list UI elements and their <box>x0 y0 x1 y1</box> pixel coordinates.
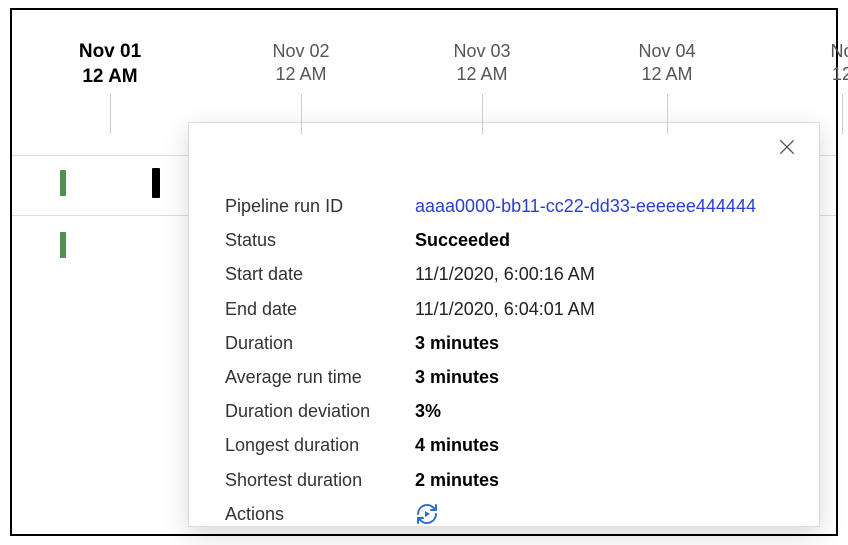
tick-line <box>301 94 302 134</box>
timeline-tick: Nov 0212 AM <box>272 40 329 87</box>
detail-actions: Actions <box>225 497 783 531</box>
detail-value: 3 minutes <box>415 360 499 394</box>
detail-label: Status <box>225 223 415 257</box>
run-details-popup: Pipeline run ID aaaa0000-bb11-cc22-dd33-… <box>188 122 820 527</box>
detail-pipeline-run-id: Pipeline run ID aaaa0000-bb11-cc22-dd33-… <box>225 189 783 223</box>
pipeline-run-marker[interactable] <box>60 170 66 196</box>
tick-line <box>667 94 668 134</box>
pipeline-run-marker-selected[interactable] <box>152 168 160 198</box>
tick-line <box>482 94 483 134</box>
tick-line <box>110 94 111 134</box>
detail-label: Shortest duration <box>225 463 415 497</box>
detail-value: 4 minutes <box>415 428 499 462</box>
tick-date: No <box>830 40 848 63</box>
detail-label: Average run time <box>225 360 415 394</box>
detail-value: 3 minutes <box>415 326 499 360</box>
detail-value: 11/1/2020, 6:00:16 AM <box>415 257 595 291</box>
timeline-header: Nov 0112 AMNov 0212 AMNov 0312 AMNov 041… <box>12 10 836 94</box>
detail-label: Longest duration <box>225 428 415 462</box>
timeline-tick: Nov 0112 AM <box>79 40 141 89</box>
timeline-tick: Nov 0312 AM <box>453 40 510 87</box>
pipeline-run-id-link[interactable]: aaaa0000-bb11-cc22-dd33-eeeeee444444 <box>415 189 756 223</box>
detail-value: 3% <box>415 394 441 428</box>
detail-label: Pipeline run ID <box>225 189 415 223</box>
detail-label: End date <box>225 292 415 326</box>
tick-time: 12 AM <box>79 65 141 90</box>
detail-duration-deviation: Duration deviation 3% <box>225 394 783 428</box>
tick-date: Nov 02 <box>272 40 329 63</box>
rerun-icon[interactable] <box>415 502 439 526</box>
gantt-view: Nov 0112 AMNov 0212 AMNov 0312 AMNov 041… <box>10 8 838 536</box>
detail-label: Duration deviation <box>225 394 415 428</box>
detail-start-date: Start date 11/1/2020, 6:00:16 AM <box>225 257 783 291</box>
detail-value: 11/1/2020, 6:04:01 AM <box>415 292 595 326</box>
detail-label: Duration <box>225 326 415 360</box>
detail-shortest-duration: Shortest duration 2 minutes <box>225 463 783 497</box>
tick-date: Nov 04 <box>638 40 695 63</box>
detail-end-date: End date 11/1/2020, 6:04:01 AM <box>225 292 783 326</box>
tick-time: 12 AM <box>272 63 329 86</box>
tick-date: Nov 01 <box>79 40 141 65</box>
detail-label: Start date <box>225 257 415 291</box>
detail-value: 2 minutes <box>415 463 499 497</box>
timeline-tick: Nov 0412 AM <box>638 40 695 87</box>
detail-status: Status Succeeded <box>225 223 783 257</box>
detail-average-run-time: Average run time 3 minutes <box>225 360 783 394</box>
tick-time: 12 AM <box>453 63 510 86</box>
run-details-list: Pipeline run ID aaaa0000-bb11-cc22-dd33-… <box>225 189 783 531</box>
tick-line <box>842 94 843 134</box>
detail-longest-duration: Longest duration 4 minutes <box>225 428 783 462</box>
timeline-tick: No12 <box>830 40 848 87</box>
detail-duration: Duration 3 minutes <box>225 326 783 360</box>
tick-time: 12 <box>830 63 848 86</box>
pipeline-run-marker[interactable] <box>60 232 66 258</box>
tick-date: Nov 03 <box>453 40 510 63</box>
detail-label: Actions <box>225 497 415 531</box>
tick-time: 12 AM <box>638 63 695 86</box>
close-icon[interactable] <box>777 137 801 161</box>
detail-value: Succeeded <box>415 223 510 257</box>
